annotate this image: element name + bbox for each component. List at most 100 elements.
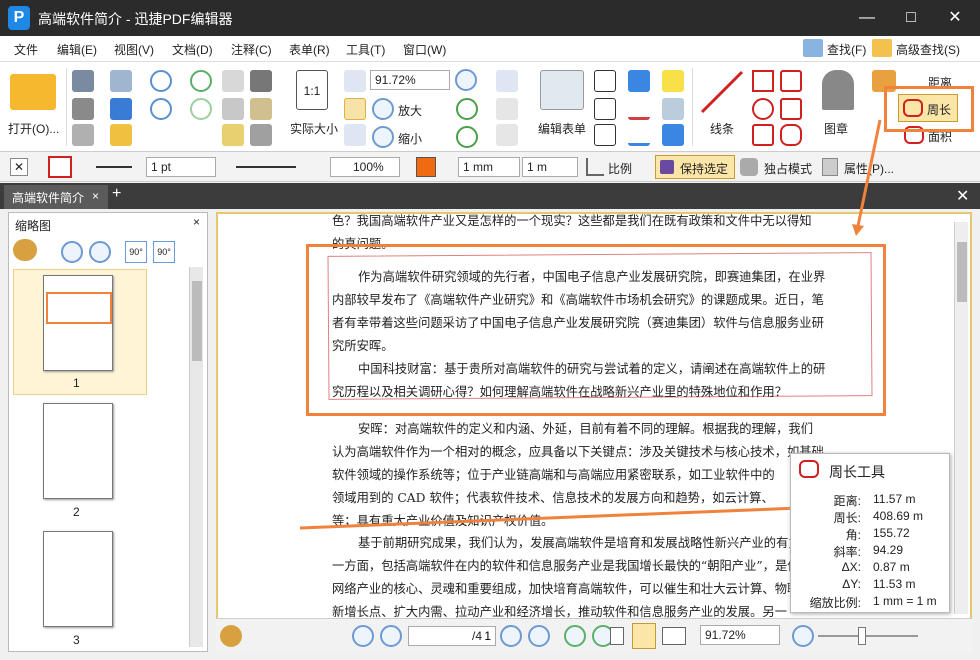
- rotate-right-icon[interactable]: [456, 126, 478, 148]
- select-text-icon[interactable]: [222, 98, 244, 120]
- back-icon[interactable]: [190, 70, 212, 92]
- settings-gear-icon[interactable]: [13, 239, 37, 261]
- thumbnail-page-3[interactable]: [43, 531, 113, 627]
- next-page-icon[interactable]: [500, 625, 522, 647]
- stroke-color-swatch[interactable]: [48, 156, 72, 178]
- properties-label[interactable]: 属性(P)...: [844, 160, 894, 177]
- callout-icon[interactable]: [594, 98, 616, 120]
- continuous-page-icon[interactable]: [632, 623, 656, 649]
- stamp-label[interactable]: 图章: [824, 120, 848, 137]
- sound-icon[interactable]: [662, 124, 684, 146]
- document-scrollbar[interactable]: [954, 222, 968, 614]
- unit-b-combo[interactable]: 1 m: [522, 157, 578, 177]
- single-page-icon[interactable]: [610, 627, 624, 645]
- save-icon[interactable]: [72, 70, 94, 92]
- facing-page-icon[interactable]: [662, 627, 686, 645]
- menu-edit[interactable]: 编辑(E): [57, 41, 97, 58]
- keep-selected-button[interactable]: 保持选定: [655, 155, 735, 179]
- pentagon-tool-icon[interactable]: [780, 98, 802, 120]
- zoom-out-icon[interactable]: [372, 126, 394, 148]
- attachment-icon[interactable]: [662, 98, 684, 120]
- menu-document[interactable]: 文档(D): [172, 41, 213, 58]
- open-label[interactable]: 打开(O)...: [8, 120, 59, 137]
- tab-document[interactable]: 高端软件简介 ×: [4, 185, 108, 209]
- typewriter-icon[interactable]: [594, 124, 616, 146]
- close-window-button[interactable]: ✕: [940, 6, 970, 30]
- undo-icon[interactable]: [150, 70, 172, 92]
- rotate-left-icon[interactable]: [456, 98, 478, 120]
- cloud-tool-icon[interactable]: [780, 124, 802, 146]
- polygon-tool-icon[interactable]: [780, 70, 802, 92]
- hand-tool-icon[interactable]: [222, 70, 244, 92]
- scan-icon[interactable]: [110, 98, 132, 120]
- nav-settings-icon[interactable]: [220, 625, 242, 647]
- stamp-icon[interactable]: [822, 70, 854, 110]
- menu-file[interactable]: 文件: [14, 41, 38, 58]
- actual-size-icon[interactable]: 1:1: [296, 70, 328, 110]
- highlight-text-icon[interactable]: [628, 70, 650, 92]
- print-icon[interactable]: [72, 98, 94, 120]
- text-box-icon[interactable]: [594, 70, 616, 92]
- menu-tools[interactable]: 工具(T): [346, 41, 385, 58]
- ellipse-tool-icon[interactable]: [752, 98, 774, 120]
- thumbnail-zoom-out-icon[interactable]: [89, 241, 111, 263]
- zoom-slider[interactable]: [818, 635, 918, 637]
- fit-width-icon[interactable]: [344, 98, 366, 120]
- redo-icon[interactable]: [150, 98, 172, 120]
- first-page-icon[interactable]: [352, 625, 374, 647]
- actual-size-label[interactable]: 实际大小: [290, 120, 338, 137]
- thumbnail-page-2[interactable]: [43, 403, 113, 499]
- tab-close-icon[interactable]: ×: [92, 189, 99, 203]
- menu-view[interactable]: 视图(V): [114, 41, 154, 58]
- note-icon[interactable]: [662, 70, 684, 92]
- scale-label[interactable]: 比例: [608, 160, 632, 177]
- dash-style-icon[interactable]: [236, 166, 296, 168]
- new-tab-button[interactable]: +: [112, 185, 121, 203]
- exclusive-mode-label[interactable]: 独占模式: [764, 160, 812, 177]
- zoom-in-icon[interactable]: [372, 98, 394, 120]
- zoom-slider-handle[interactable]: [858, 627, 866, 645]
- select-annotation-icon[interactable]: [496, 70, 518, 92]
- export-icon[interactable]: [72, 124, 94, 146]
- opacity-combo[interactable]: 100%: [330, 157, 400, 177]
- underline-icon[interactable]: [628, 124, 650, 146]
- strikeout-icon[interactable]: [628, 98, 650, 120]
- nav-back-icon[interactable]: [564, 625, 586, 647]
- menu-form[interactable]: 表单(R): [289, 41, 330, 58]
- advanced-find-button[interactable]: 高级查找(S): [896, 41, 960, 58]
- no-fill-icon[interactable]: ✕: [10, 158, 28, 176]
- rotate-ccw-icon[interactable]: 90°: [125, 241, 147, 263]
- new-doc-icon[interactable]: [110, 124, 132, 146]
- thumbnail-scroll-thumb[interactable]: [192, 281, 202, 361]
- edit-form-icon[interactable]: [540, 70, 584, 110]
- find-button[interactable]: 查找(F): [827, 41, 866, 58]
- status-zoom-combo[interactable]: 91.72%: [700, 625, 780, 645]
- snapshot-icon[interactable]: [222, 124, 244, 146]
- zoom-in-label[interactable]: 放大: [398, 102, 422, 119]
- fit-visible-icon[interactable]: [344, 124, 366, 146]
- unit-a-combo[interactable]: 1 mm: [458, 157, 520, 177]
- rectangle-tool-icon[interactable]: [752, 124, 774, 146]
- open-folder-icon[interactable]: [10, 74, 56, 110]
- edit-form-label[interactable]: 编辑表单: [538, 120, 586, 137]
- text-field-icon[interactable]: [496, 98, 518, 120]
- fill-color-swatch[interactable]: [416, 157, 436, 177]
- thumbnail-page-1[interactable]: [43, 275, 113, 371]
- panel-close-icon[interactable]: ×: [193, 215, 200, 229]
- page-number-input[interactable]: [408, 626, 496, 646]
- last-page-icon[interactable]: [528, 625, 550, 647]
- line-style-icon[interactable]: [96, 166, 132, 168]
- line-width-combo[interactable]: 1 pt: [146, 157, 216, 177]
- arrow-tool-icon[interactable]: [752, 70, 774, 92]
- rotate-cw-icon[interactable]: 90°: [153, 241, 175, 263]
- paste-icon[interactable]: [250, 124, 272, 146]
- clipboard-icon[interactable]: [250, 98, 272, 120]
- thumbnail-zoom-in-icon[interactable]: [61, 241, 83, 263]
- previous-page-icon[interactable]: [380, 625, 402, 647]
- fit-page-icon[interactable]: [344, 70, 366, 92]
- minimize-button[interactable]: —: [852, 6, 882, 30]
- zoom-in-small-icon[interactable]: [455, 69, 477, 91]
- zoom-combo[interactable]: 91.72%: [370, 70, 450, 90]
- status-zoom-out-icon[interactable]: [792, 625, 814, 647]
- close-tab-icon[interactable]: ✕: [956, 186, 969, 206]
